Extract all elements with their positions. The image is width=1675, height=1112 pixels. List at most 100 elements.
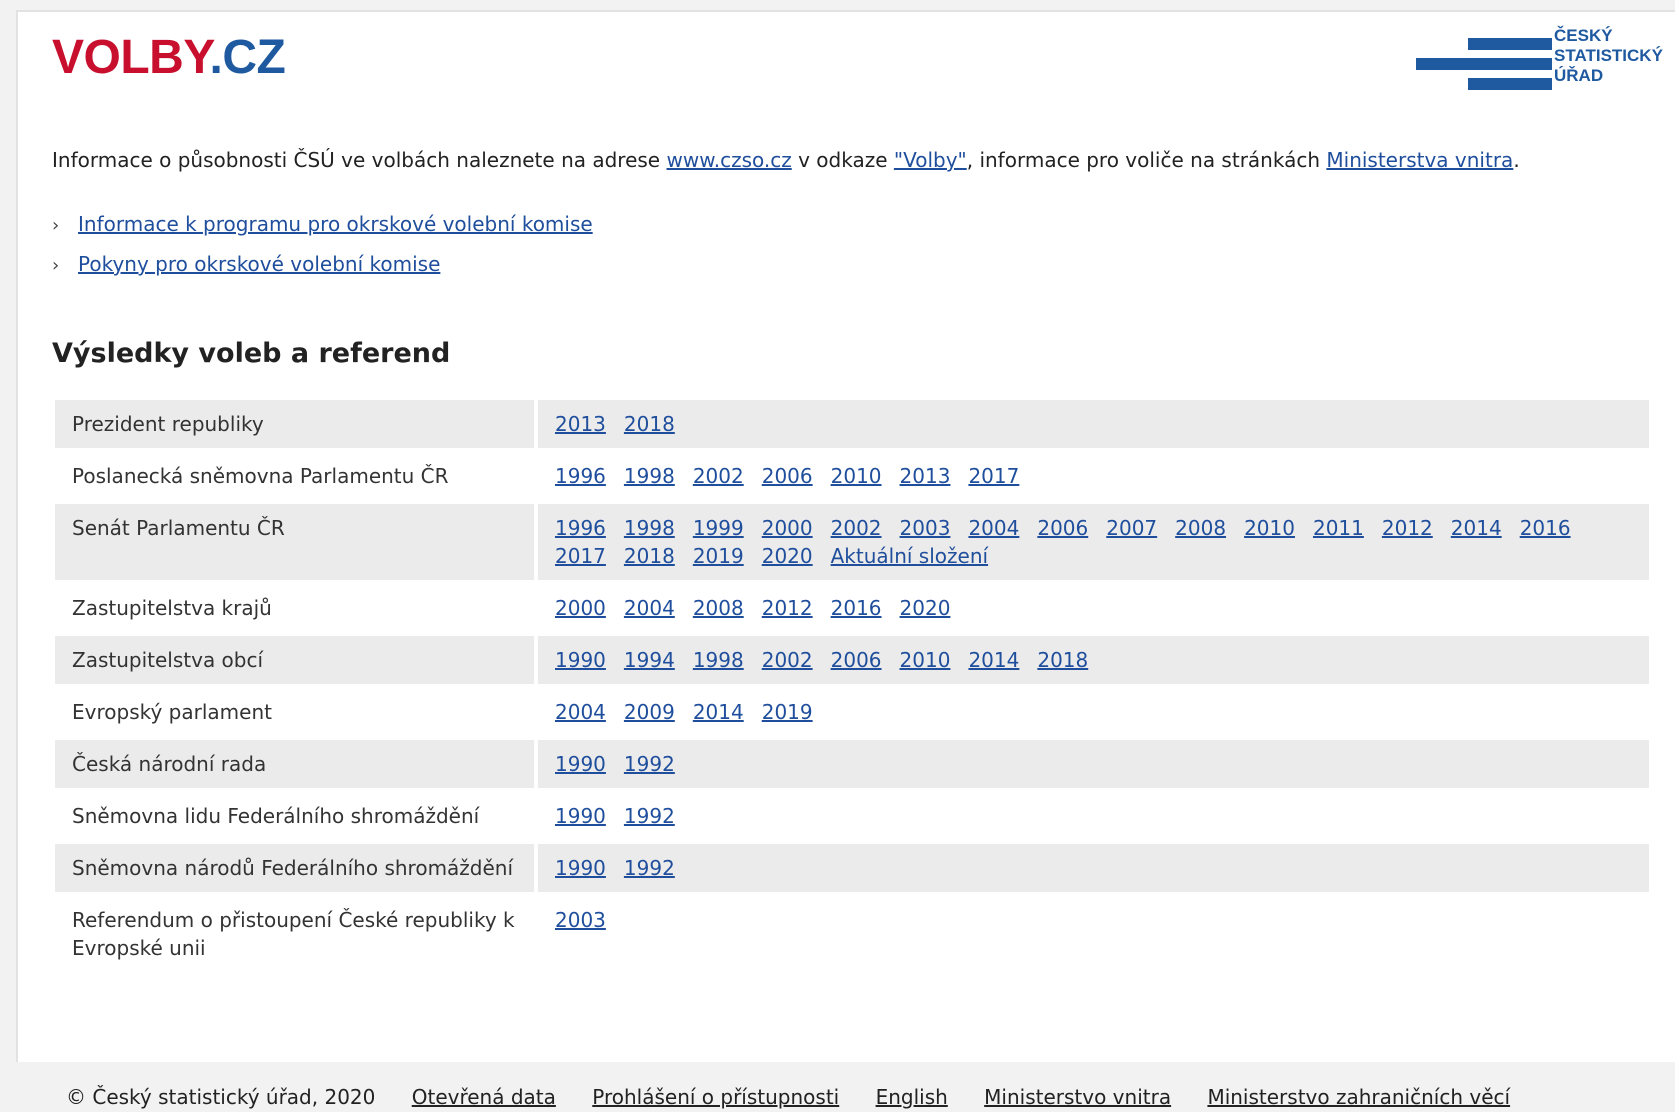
- election-year-link[interactable]: 2004: [968, 514, 1019, 542]
- election-years: 2004 2009 2014 2019: [538, 688, 1649, 736]
- election-year-link[interactable]: 1990: [555, 854, 606, 882]
- election-years: 1990 1992: [538, 844, 1649, 892]
- election-year-link[interactable]: 2003: [555, 906, 606, 934]
- table-row: Sněmovna lidu Federálního shromáždění 199…: [55, 792, 1649, 840]
- election-years: 2003: [538, 896, 1649, 972]
- election-year-link[interactable]: 2014: [1451, 514, 1502, 542]
- table-row: Senát Parlamentu ČR 1996 1998 1999 2000 2002 2…: [55, 504, 1649, 580]
- info-text: , informace pro voliče na stránkách: [966, 148, 1327, 172]
- election-type-label: Poslanecká sněmovna Parlamentu ČR: [72, 464, 449, 488]
- election-year-link[interactable]: 2018: [624, 542, 675, 570]
- election-year-link[interactable]: 2013: [555, 410, 606, 438]
- results-table: Prezident republiky 2013 2018 Poslanecká sn…: [55, 400, 1649, 976]
- table-row: Česká národní rada 1990 1992: [55, 740, 1649, 788]
- csu-logo-bar-3: [1468, 78, 1552, 90]
- election-year-link[interactable]: 2007: [1106, 514, 1157, 542]
- election-year-link[interactable]: 2002: [831, 514, 882, 542]
- election-year-link[interactable]: 2010: [1244, 514, 1295, 542]
- election-year-link[interactable]: 2000: [762, 514, 813, 542]
- election-type-label: Sněmovna národů Federálního shromáždění: [55, 844, 534, 892]
- commission-instructions-link[interactable]: Pokyny pro okrskové volební komise: [78, 252, 440, 276]
- election-year-link[interactable]: 2014: [968, 646, 1019, 674]
- election-year-link[interactable]: 2012: [762, 594, 813, 622]
- commission-program-link[interactable]: Informace k programu pro okrskové volebn…: [78, 212, 593, 236]
- ministry-interior-link[interactable]: Ministerstva vnitra: [1326, 148, 1513, 172]
- election-year-link[interactable]: 2000: [555, 594, 606, 622]
- table-row: Sněmovna národů Federálního shromáždění 1…: [55, 844, 1649, 892]
- election-year-link[interactable]: 2006: [762, 462, 813, 490]
- election-year-link[interactable]: 2020: [762, 542, 813, 570]
- logo-text-domain: .CZ: [209, 31, 286, 84]
- csu-logo-line-2: STATISTICKÝ: [1554, 46, 1663, 65]
- election-type-label: Sněmovna lidu Federálního shromáždění: [72, 804, 480, 828]
- election-year-link[interactable]: Aktuální složení: [831, 542, 988, 570]
- election-years: 2000 2004 2008 2012 2016 2020: [538, 584, 1649, 632]
- chevron-right-icon: ›: [52, 255, 60, 276]
- czso-link[interactable]: www.czso.cz: [666, 148, 791, 172]
- logo-text-main: VOLBY: [52, 31, 210, 84]
- info-paragraph: Informace o působnosti ČSÚ ve volbách na…: [52, 145, 1520, 175]
- election-year-link[interactable]: 2020: [900, 594, 951, 622]
- election-years: 1996 1998 1999 2000 2002 2003 2004 2006 2007 2008…: [538, 504, 1649, 580]
- election-year-link[interactable]: 2004: [555, 698, 606, 726]
- volby-logo[interactable]: VOLBY.CZ: [52, 28, 286, 88]
- footer-accessibility-link[interactable]: Prohlášení o přístupnosti: [592, 1085, 839, 1109]
- election-type-label: Prezident republiky: [55, 400, 534, 448]
- csu-logo-bar-1: [1468, 38, 1552, 50]
- election-year-link[interactable]: 2016: [831, 594, 882, 622]
- election-year-link[interactable]: 2008: [1175, 514, 1226, 542]
- election-year-link[interactable]: 2013: [900, 462, 951, 490]
- election-year-link[interactable]: 2012: [1382, 514, 1433, 542]
- election-year-link[interactable]: 1992: [624, 802, 675, 830]
- election-year-link[interactable]: 1990: [555, 646, 606, 674]
- election-year-link[interactable]: 2010: [831, 462, 882, 490]
- election-year-link[interactable]: 1990: [555, 750, 606, 778]
- table-row: Zastupitelstva obcí 1990 1994 1998 2002 2006 2…: [55, 636, 1649, 684]
- election-year-link[interactable]: 2018: [1037, 646, 1088, 674]
- table-row: Zastupitelstva krajů 2000 2004 2008 2012 2016…: [55, 584, 1649, 632]
- election-year-link[interactable]: 2017: [968, 462, 1019, 490]
- election-year-link[interactable]: 2017: [555, 542, 606, 570]
- commission-links: › Informace k programu pro okrskové voleb…: [52, 204, 593, 284]
- chevron-right-icon: ›: [52, 215, 60, 236]
- footer-ministry-foreign-link[interactable]: Ministerstvo zahraničních věcí: [1207, 1085, 1510, 1109]
- info-text: .: [1513, 148, 1520, 172]
- election-year-link[interactable]: 2018: [624, 410, 675, 438]
- election-year-link[interactable]: 2006: [1037, 514, 1088, 542]
- election-years: 2013 2018: [538, 400, 1649, 448]
- footer-ministry-interior-link[interactable]: Ministerstvo vnitra: [984, 1085, 1171, 1109]
- election-year-link[interactable]: 2019: [693, 542, 744, 570]
- election-year-link[interactable]: 2011: [1313, 514, 1364, 542]
- election-year-link[interactable]: 2003: [900, 514, 951, 542]
- page-content: VOLBY.CZ ČESKÝ STATISTICKÝ ÚŘAD Informac…: [16, 10, 1675, 1062]
- list-item: › Pokyny pro okrskové volební komise: [52, 244, 593, 284]
- election-year-link[interactable]: 2002: [762, 646, 813, 674]
- csu-logo-bar-2: [1416, 58, 1552, 70]
- election-year-link[interactable]: 1998: [624, 462, 675, 490]
- election-year-link[interactable]: 1990: [555, 802, 606, 830]
- election-years: 1990 1992: [538, 740, 1649, 788]
- election-year-link[interactable]: 1996: [555, 514, 606, 542]
- election-year-link[interactable]: 1994: [624, 646, 675, 674]
- footer-open-data-link[interactable]: Otevřená data: [412, 1085, 556, 1109]
- election-year-link[interactable]: 2008: [693, 594, 744, 622]
- election-year-link[interactable]: 2014: [693, 698, 744, 726]
- footer-english-link[interactable]: English: [876, 1085, 948, 1109]
- csu-logo[interactable]: ČESKÝ STATISTICKÝ ÚŘAD: [1416, 26, 1666, 96]
- election-year-link[interactable]: 2004: [624, 594, 675, 622]
- election-year-link[interactable]: 2019: [762, 698, 813, 726]
- footer: © Český statistický úřad, 2020 Otevřená …: [66, 1082, 1510, 1112]
- election-year-link[interactable]: 1992: [624, 854, 675, 882]
- election-year-link[interactable]: 1999: [693, 514, 744, 542]
- election-year-link[interactable]: 2009: [624, 698, 675, 726]
- table-row: Evropský parlament 2004 2009 2014 2019: [55, 688, 1649, 736]
- election-year-link[interactable]: 2016: [1520, 514, 1571, 542]
- election-year-link[interactable]: 1992: [624, 750, 675, 778]
- election-year-link[interactable]: 2010: [900, 646, 951, 674]
- election-year-link[interactable]: 1998: [693, 646, 744, 674]
- election-year-link[interactable]: 1996: [555, 462, 606, 490]
- volby-link[interactable]: "Volby": [894, 148, 967, 172]
- election-year-link[interactable]: 1998: [624, 514, 675, 542]
- election-year-link[interactable]: 2006: [831, 646, 882, 674]
- election-year-link[interactable]: 2002: [693, 462, 744, 490]
